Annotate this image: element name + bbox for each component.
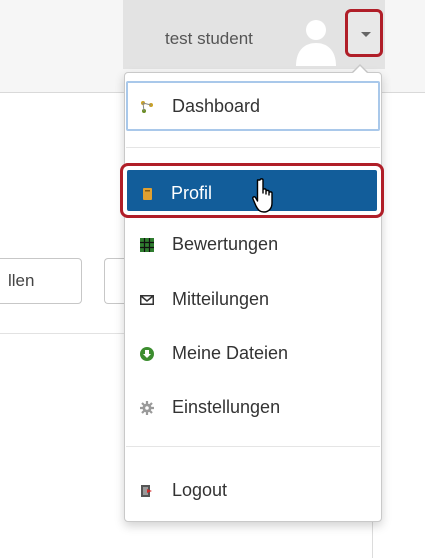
grades-icon xyxy=(140,238,154,252)
menu-item-label: Logout xyxy=(172,480,228,500)
dashboard-icon xyxy=(141,101,153,113)
menu-separator xyxy=(126,147,380,148)
caret-down-icon xyxy=(361,32,371,37)
menu-item-label: Profil xyxy=(171,183,213,203)
menu-item-label: Bewertungen xyxy=(172,234,279,254)
menu-item-dashboard[interactable]: Dashboard xyxy=(126,81,380,131)
profile-icon xyxy=(143,188,152,200)
download-icon xyxy=(140,347,154,361)
background-button-label: llen xyxy=(8,271,35,290)
divider xyxy=(0,333,125,334)
background-button[interactable]: llen xyxy=(0,258,82,304)
menu-item-bewertungen[interactable]: Bewertungen xyxy=(126,223,380,267)
menu-item-label: Einstellungen xyxy=(172,397,281,417)
gear-icon xyxy=(140,401,154,415)
menu-item-label: Dashboard xyxy=(172,96,261,116)
menu-item-label: Meine Dateien xyxy=(172,343,289,363)
menu-item-mitteilungen[interactable]: Mitteilungen xyxy=(126,278,380,322)
envelope-icon xyxy=(140,295,154,305)
avatar[interactable] xyxy=(291,16,341,66)
menu-item-label: Mitteilungen xyxy=(172,289,270,309)
hand-cursor-icon xyxy=(252,178,273,213)
menu-item-einstellungen[interactable]: Einstellungen xyxy=(126,386,380,430)
menu-item-logout[interactable]: Logout xyxy=(126,469,380,513)
user-name[interactable]: test student xyxy=(165,29,253,49)
menu-item-meine-dateien[interactable]: Meine Dateien xyxy=(126,332,380,376)
user-menu-toggle-button[interactable] xyxy=(345,9,383,57)
divider xyxy=(372,520,373,558)
logout-icon xyxy=(141,485,152,497)
dropdown-arrow-inner xyxy=(353,66,367,73)
menu-separator xyxy=(126,446,380,447)
